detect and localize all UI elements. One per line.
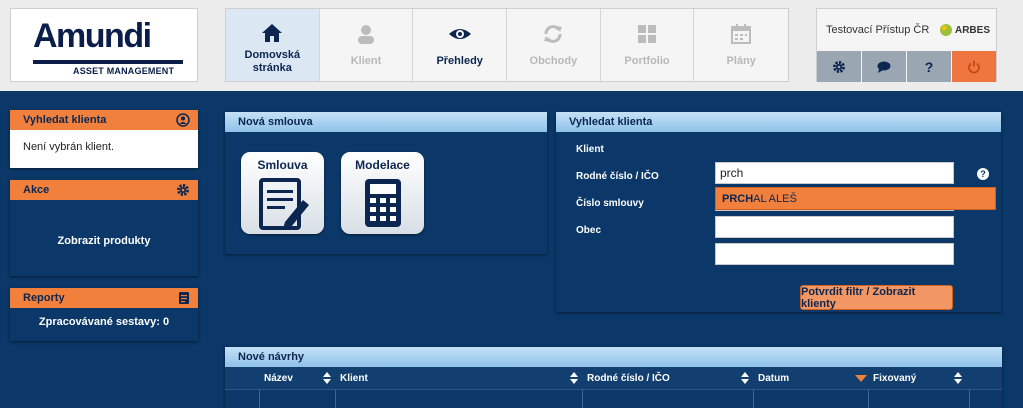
column-divider xyxy=(969,390,970,408)
help-button[interactable]: ? xyxy=(907,51,952,82)
modelling-tile[interactable]: Modelace xyxy=(341,152,424,234)
nav-item-plans[interactable]: Plány xyxy=(694,9,788,81)
main-area: Vyhledat klienta Není vybrán klient. Akc… xyxy=(0,91,1023,408)
column-divider xyxy=(582,390,583,408)
sort-icon[interactable] xyxy=(323,371,331,385)
selected-client-text: Není vybrán klient. xyxy=(10,130,198,168)
nav-item-label: Domovská stránka xyxy=(244,49,301,74)
nav-item-label: Portfolio xyxy=(624,55,670,67)
panel-title: Nové návrhy xyxy=(238,351,305,363)
calendar-icon xyxy=(731,24,752,44)
panel-header: Nová smlouva xyxy=(225,112,547,132)
sort-desc-icon[interactable] xyxy=(855,371,867,385)
nav-item-overviews[interactable]: Přehledy xyxy=(413,9,508,81)
nav-item-home[interactable]: Domovská stránka xyxy=(226,9,320,81)
field-label: Rodné číslo / IČO xyxy=(576,171,659,182)
nav-item-label: Klient xyxy=(350,55,382,67)
nav-item-portfolio[interactable]: Portfolio xyxy=(601,9,695,81)
new-drafts-panel: Nové návrhy Název Klient Rodné číslo / I… xyxy=(225,347,1002,408)
account-name: Testovací Přístup ČR xyxy=(826,24,930,36)
messages-button[interactable] xyxy=(862,51,907,82)
grid-icon xyxy=(638,25,657,43)
nav-item-trades[interactable]: Obchody xyxy=(507,9,601,81)
column-divider xyxy=(868,390,869,408)
gear-icon xyxy=(833,60,845,73)
column-date[interactable]: Datum xyxy=(758,373,789,384)
table-header: Název Klient Rodné číslo / IČO Datum Fix… xyxy=(225,367,1002,389)
suggestion-match: PRCH xyxy=(722,193,754,205)
contract-tile[interactable]: Smlouva xyxy=(241,152,324,234)
nav-item-label: Obchody xyxy=(529,55,578,67)
field-label: Klient xyxy=(576,144,604,155)
panel-title: Akce xyxy=(23,184,50,196)
sort-icon[interactable] xyxy=(570,371,578,385)
logo-subtitle: ASSET MANAGEMENT xyxy=(73,66,175,76)
nav-item-label: Přehledy xyxy=(436,55,483,67)
column-client[interactable]: Klient xyxy=(340,373,368,384)
logo-wordmark: Amundi xyxy=(33,17,152,55)
sidebar-reports: Reporty Zpracovávané sestavy: 0 xyxy=(10,288,198,341)
panel-title: Nová smlouva xyxy=(238,116,313,128)
field-label: Číslo smlouvy xyxy=(576,198,644,209)
logo-underline xyxy=(33,60,183,64)
field-label: Obec xyxy=(576,225,602,236)
column-divider xyxy=(335,390,336,408)
panel-header: Akce xyxy=(10,180,198,200)
panel-title: Reporty xyxy=(23,292,65,304)
help-icon: ? xyxy=(924,58,934,75)
calculator-icon xyxy=(364,179,401,227)
client-search-icon[interactable] xyxy=(176,113,190,127)
suggestion-rest: AL ALEŠ xyxy=(753,193,797,205)
contract-icon xyxy=(258,178,309,230)
help-icon[interactable]: ? xyxy=(977,168,989,180)
panel-header: Nové návrhy xyxy=(225,347,1002,367)
sidebar-actions: Akce Zobrazit produkty xyxy=(10,180,198,276)
panel-header: Vyhledat klienta xyxy=(10,110,198,130)
new-contract-panel: Nová smlouva Smlouva Modelace xyxy=(225,112,547,254)
column-birth-number[interactable]: Rodné číslo / IČO xyxy=(587,373,670,384)
search-client-panel: Vyhledat klienta Klient ? Rodné číslo / … xyxy=(556,112,1001,312)
autocomplete-suggestion[interactable]: PRCHAL ALEŠ xyxy=(715,187,996,210)
home-icon xyxy=(262,24,283,42)
panel-header: Reporty xyxy=(10,288,198,308)
partner-name: ARBES xyxy=(954,24,990,36)
column-divider xyxy=(259,390,260,408)
account-box: Testovací Přístup ČR ARBES ? xyxy=(816,8,997,82)
tile-label: Smlouva xyxy=(257,158,308,172)
gear-icon[interactable] xyxy=(176,183,190,197)
sort-icon[interactable] xyxy=(741,371,749,385)
nav-item-label: Plány xyxy=(726,55,756,67)
sidebar-search-client: Vyhledat klienta Není vybrán klient. xyxy=(10,110,198,168)
report-icon[interactable] xyxy=(178,291,190,305)
settings-button[interactable] xyxy=(817,51,862,82)
main-nav: Domovská stránka Klient Přehledy Obchody… xyxy=(225,8,789,82)
municipality-input[interactable] xyxy=(715,243,954,265)
confirm-filter-button[interactable]: Potvrdit filtr / Zobrazit klienty xyxy=(800,285,953,310)
logo[interactable]: Amundi ASSET MANAGEMENT xyxy=(10,8,198,82)
panel-header: Vyhledat klienta xyxy=(556,112,1001,132)
person-icon xyxy=(358,25,374,44)
refresh-icon xyxy=(544,25,563,43)
column-name[interactable]: Název xyxy=(264,373,293,384)
tile-label: Modelace xyxy=(355,158,410,172)
show-products-link[interactable]: Zobrazit produkty xyxy=(10,200,198,247)
panel-title: Vyhledat klienta xyxy=(569,116,653,128)
column-divider xyxy=(753,390,754,408)
panel-title: Vyhledat klienta xyxy=(23,114,107,126)
contract-number-input[interactable] xyxy=(715,216,954,238)
eye-icon xyxy=(448,29,471,39)
table-row[interactable] xyxy=(225,389,1002,408)
column-fixed[interactable]: Fixovaný xyxy=(873,373,916,384)
nav-item-client[interactable]: Klient xyxy=(320,9,414,81)
power-icon xyxy=(968,60,980,73)
arbes-logo-icon xyxy=(939,24,952,36)
partner-logo: ARBES xyxy=(939,23,990,37)
sort-icon[interactable] xyxy=(954,371,962,385)
logout-button[interactable] xyxy=(952,51,996,82)
chat-icon xyxy=(877,61,891,73)
reports-count-text: Zpracovávané sestavy: 0 xyxy=(10,308,198,328)
client-name-input[interactable] xyxy=(715,162,954,184)
top-bar: Amundi ASSET MANAGEMENT Domovská stránka… xyxy=(0,0,1023,91)
